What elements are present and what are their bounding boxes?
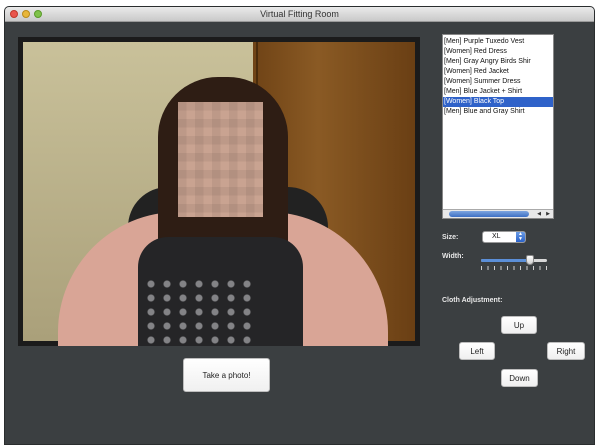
clothes-list-item[interactable]: [Women] Red Jacket: [443, 67, 553, 77]
clothes-list-item[interactable]: [Women] Black Top: [443, 97, 553, 107]
clothes-list-scrollbar[interactable]: ◀ ▶: [443, 209, 553, 218]
width-slider-ticks: [481, 266, 547, 270]
clothes-list[interactable]: [Men] Purple Tuxedo Vest [Women] Red Dres…: [442, 34, 554, 219]
width-slider[interactable]: [481, 255, 547, 273]
move-up-button[interactable]: Up: [501, 316, 537, 334]
title-bar: Virtual Fitting Room: [5, 7, 594, 22]
move-left-button[interactable]: Left: [459, 342, 495, 360]
scrollbar-thumb[interactable]: [449, 211, 529, 217]
app-window: Virtual Fitting Room Take a photo! [Men]…: [4, 6, 595, 445]
width-slider-thumb[interactable]: [526, 255, 534, 265]
camera-pixelated-face: [178, 102, 263, 217]
camera-preview: [18, 37, 420, 346]
clothes-list-item[interactable]: [Men] Gray Angry Birds Shir: [443, 57, 553, 67]
move-down-button[interactable]: Down: [501, 369, 538, 387]
move-right-button[interactable]: Right: [547, 342, 585, 360]
size-select[interactable]: XL ▲ ▼: [482, 231, 526, 243]
clothes-list-item[interactable]: [Men] Purple Tuxedo Vest: [443, 37, 553, 47]
clothes-list-items: [Men] Purple Tuxedo Vest [Women] Red Dres…: [443, 35, 553, 117]
scroll-left-icon[interactable]: ◀: [535, 210, 543, 218]
width-slider-fill: [481, 259, 530, 262]
size-stepper-icon[interactable]: ▲ ▼: [516, 232, 525, 242]
clothes-list-item[interactable]: [Men] Blue Jacket + Shirt: [443, 87, 553, 97]
clothes-list-item[interactable]: [Women] Red Dress: [443, 47, 553, 57]
camera-clothing-pattern: [143, 277, 253, 346]
width-label: Width:: [442, 253, 464, 260]
cloth-adjustment-label: Cloth Adjustment:: [442, 297, 503, 304]
size-label: Size:: [442, 234, 459, 241]
clothes-list-item[interactable]: [Men] Blue and Gray Shirt: [443, 107, 553, 117]
scroll-right-icon[interactable]: ▶: [544, 210, 552, 218]
take-photo-button[interactable]: Take a photo!: [183, 358, 270, 392]
window-title: Virtual Fitting Room: [260, 9, 339, 19]
clothes-list-item[interactable]: [Women] Summer Dress: [443, 77, 553, 87]
size-value: XL: [492, 233, 501, 240]
